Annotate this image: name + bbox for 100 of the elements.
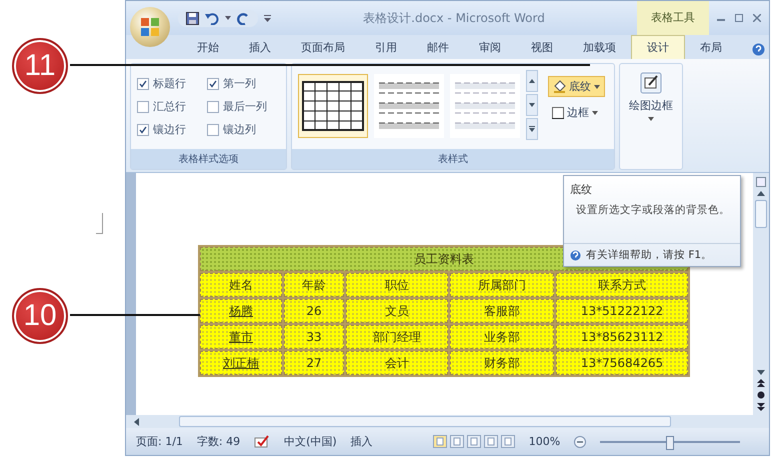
grid-table-style-icon [302,81,364,131]
table-cell: 部门经理 [346,325,448,349]
save-icon[interactable] [186,12,199,24]
view-icon[interactable] [466,435,481,448]
checkbox[interactable] [137,78,149,90]
close-icon[interactable] [753,14,761,22]
table-style-thumbnail[interactable] [450,74,520,138]
column-header: 年龄 [284,273,344,297]
margin-mark [96,213,103,234]
table-cell: 27 [284,351,344,375]
redo-icon[interactable] [237,12,250,24]
column-header: 职位 [346,273,448,297]
scroll-down-arrow-icon[interactable] [757,370,765,375]
table-cell: 13*75684265 [556,351,688,375]
group-label: 表样式 [292,149,614,169]
scrollbar-thumb[interactable] [755,200,767,228]
caret-icon [592,110,598,114]
checkbox[interactable] [137,100,149,112]
ribbon-tab[interactable]: 加载项 [568,36,631,59]
column-header: 所属部门 [450,273,554,297]
ribbon-tab[interactable]: 邮件 [412,36,464,59]
caret-icon [594,84,600,88]
context-tab-label: 表格工具 [637,1,709,35]
more-button[interactable] [526,118,538,140]
view-icon[interactable] [484,435,498,448]
ribbon-tab[interactable]: 视图 [516,36,568,59]
table-cell: 刘正楠 [200,351,282,375]
scroll-up-arrow-icon[interactable] [757,191,765,196]
table-cell: 杨腾 [200,299,282,323]
table-cell: 会计 [346,351,448,375]
checkbox-label: 汇总行 [153,99,186,114]
table-cell: 业务部 [450,325,554,349]
striped-table-style-icon [378,81,440,131]
ribbon-tab[interactable]: 设计 [631,35,685,59]
pencil-table-icon [640,72,662,94]
page-count: 页面: 1/1 [136,434,183,449]
window-title: 表格设计.docx - Microsoft Word [362,10,546,26]
zoom-out-icon[interactable] [574,436,586,448]
checkbox-label: 最后一列 [223,99,267,114]
undo-icon[interactable] [205,12,219,24]
table-style-thumbnail[interactable] [374,74,444,138]
tooltip-description: 设置所选文字或段落的背景色。 [575,203,731,218]
dropdown-arrow-icon[interactable] [225,16,231,20]
scroll-left-arrow-icon[interactable] [134,418,139,426]
paint-bucket-icon [553,80,566,93]
office-logo-icon [139,16,161,38]
ribbon-tab[interactable]: 开始 [182,36,234,59]
ribbon-tab[interactable]: 审阅 [464,36,516,59]
table-cell: 26 [284,299,344,323]
checkbox[interactable] [207,124,219,136]
browse-object-icon[interactable] [757,391,765,399]
checkbox-label: 镶边列 [223,122,256,137]
view-icon[interactable] [432,435,447,448]
more-arrow-icon [529,126,535,132]
ribbon-tab[interactable]: 引用 [360,36,412,59]
border-button[interactable]: 边框 [548,103,605,122]
checkbox-label: 标题行 [153,76,186,91]
checkbox[interactable] [207,100,219,112]
help-icon [570,250,581,260]
ruler-toggle-icon[interactable] [756,177,766,187]
checkbox[interactable] [137,124,149,136]
column-header: 联系方式 [556,273,688,297]
customize-arrow-icon[interactable] [264,14,271,22]
step-marker: 10 [12,288,68,344]
help-icon[interactable] [752,43,765,56]
ribbon-tab[interactable]: 页面布局 [286,36,360,59]
maximize-icon[interactable] [735,14,743,22]
scrollbar-thumb[interactable] [179,416,671,427]
view-icon[interactable] [450,435,464,448]
previous-page-icon[interactable] [757,379,765,387]
table-cell: 董市 [200,325,282,349]
shading-button[interactable]: 底纹 [548,76,605,97]
ribbon-tab[interactable]: 布局 [685,36,737,59]
scroll-up-button[interactable] [526,70,538,92]
column-header: 姓名 [200,273,282,297]
view-icon[interactable] [500,435,515,448]
step-marker: 11 [12,38,68,94]
down-arrow-icon [529,103,535,107]
table-cell: 文员 [346,299,448,323]
insert-mode-indicator[interactable]: 插入 [350,434,373,449]
up-arrow-icon [529,79,535,83]
caret-icon [648,117,654,121]
table-cell: 13*85623112 [556,325,688,349]
word-count: 字数: 49 [196,434,240,449]
proofing-icon[interactable] [254,434,270,448]
language-indicator[interactable]: 中文(中国) [284,434,337,449]
tooltip-title: 底纹 [569,182,593,198]
checkbox[interactable] [207,78,219,90]
striped-table-style-icon [454,81,516,131]
table-cell: 财务部 [450,351,554,375]
next-page-icon[interactable] [757,403,765,411]
table-style-thumbnail[interactable] [298,74,368,138]
zoom-slider-thumb[interactable] [666,436,674,450]
group-label: 表格样式选项 [131,149,286,169]
scroll-down-button[interactable] [526,94,538,116]
zoom-level[interactable]: 100% [528,435,560,448]
table-cell: 客服部 [450,299,554,323]
checkbox-label: 第一列 [223,76,256,91]
office-button[interactable] [130,7,170,47]
ribbon-tab[interactable]: 插入 [234,36,286,59]
